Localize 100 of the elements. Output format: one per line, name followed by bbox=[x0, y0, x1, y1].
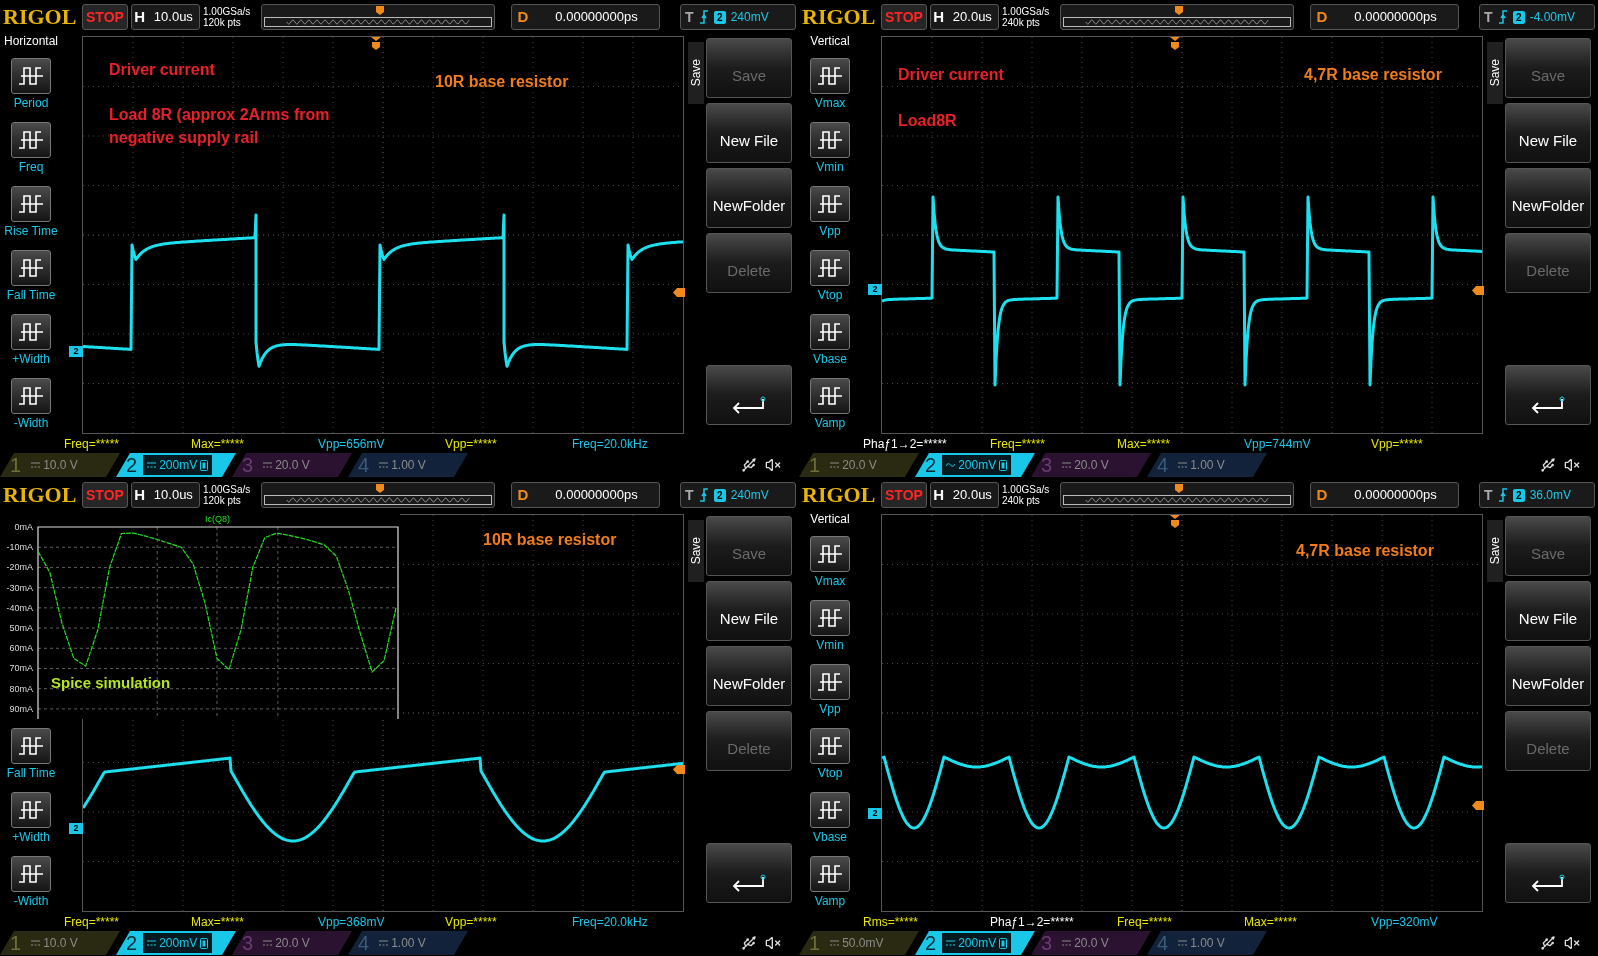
trigger-display[interactable]: T 2 36.0mV bbox=[1479, 482, 1595, 508]
run-status[interactable]: STOP bbox=[881, 482, 927, 508]
channel-tab[interactable]: 1 20.0 V bbox=[799, 453, 919, 477]
channel-tab[interactable]: 3 20.0 V bbox=[232, 453, 352, 477]
timebase-display[interactable]: H 10.0us bbox=[130, 482, 200, 508]
measure-item[interactable]: -Width bbox=[0, 372, 62, 436]
channel-tab[interactable]: 4 1.00 V bbox=[1147, 931, 1267, 955]
channel-scale: 20.0 V bbox=[1074, 935, 1109, 952]
measure-item[interactable]: +Width bbox=[0, 308, 62, 372]
channel-number: 1 bbox=[809, 455, 821, 475]
softkey-button[interactable]: NewFolder bbox=[1505, 646, 1591, 706]
return-button[interactable] bbox=[706, 365, 792, 425]
timebase-display[interactable]: H 10.0us bbox=[130, 4, 200, 30]
measure-item-label: Vbase bbox=[813, 353, 847, 366]
channel-tab[interactable]: 3 20.0 V bbox=[232, 931, 352, 955]
measure-item[interactable]: Rise Time bbox=[0, 180, 62, 244]
channel-tab[interactable]: 4 1.00 V bbox=[348, 931, 468, 955]
channel-tab[interactable]: 2 200mV bbox=[915, 453, 1035, 477]
delay-display[interactable]: D 0.00000000ps bbox=[510, 4, 661, 30]
channel-tab[interactable]: 4 1.00 V bbox=[1147, 453, 1267, 477]
measure-item-label: Vamp bbox=[814, 895, 846, 908]
measure-item[interactable]: Vamp bbox=[799, 372, 861, 436]
trigger-level-icon bbox=[1472, 286, 1484, 295]
channel-tab[interactable]: 3 20.0 V bbox=[1031, 453, 1151, 477]
softkey-button[interactable]: New File bbox=[706, 103, 792, 163]
channel-tab[interactable]: 2 200mV bbox=[915, 931, 1035, 955]
measure-item[interactable]: Vmin bbox=[799, 116, 861, 180]
softkey-button[interactable]: NewFolder bbox=[1505, 168, 1591, 228]
channel-tab[interactable]: 1 50.0mV bbox=[799, 931, 919, 955]
pulse-icon bbox=[816, 64, 844, 88]
delay-value: 0.00000000ps bbox=[1353, 486, 1438, 505]
delay-display[interactable]: D 0.00000000ps bbox=[510, 482, 661, 508]
measurement-value: Freq=***** bbox=[64, 915, 120, 929]
measure-item[interactable]: +Width bbox=[0, 786, 62, 850]
run-status[interactable]: STOP bbox=[82, 482, 128, 508]
delay-label: D bbox=[1315, 6, 1329, 27]
channel-tab[interactable]: 3 20.0 V bbox=[1031, 931, 1151, 955]
measure-item[interactable]: Vpp bbox=[799, 180, 861, 244]
delay-value: 0.00000000ps bbox=[1353, 8, 1438, 27]
run-status[interactable]: STOP bbox=[82, 4, 128, 30]
trigger-display[interactable]: T 2 240mV bbox=[680, 4, 796, 30]
timebase-display[interactable]: H 20.0us bbox=[929, 4, 999, 30]
measure-item[interactable]: -Width bbox=[0, 850, 62, 914]
measure-item-label: Vmin bbox=[816, 639, 844, 652]
trigger-level: 240mV bbox=[730, 9, 769, 26]
run-status[interactable]: STOP bbox=[881, 4, 927, 30]
channel-scale: 200mV bbox=[159, 935, 198, 952]
channel-tab[interactable]: 4 1.00 V bbox=[348, 453, 468, 477]
trigger-position-icon bbox=[371, 37, 381, 50]
measure-item-label: -Width bbox=[13, 417, 49, 430]
channel-tab[interactable]: 2 200mV bbox=[116, 931, 236, 955]
softkey-button[interactable]: New File bbox=[1505, 581, 1591, 641]
axis-label: 60mA bbox=[9, 643, 33, 654]
axis-label: 0mA bbox=[14, 522, 33, 532]
measure-item[interactable]: Fall Time bbox=[0, 722, 62, 786]
delay-display[interactable]: D 0.00000000ps bbox=[1309, 4, 1460, 30]
annotation-text: Load8R bbox=[898, 111, 957, 131]
delay-display[interactable]: D 0.00000000ps bbox=[1309, 482, 1460, 508]
timebase-label: H bbox=[932, 484, 946, 505]
measure-item[interactable]: Vbase bbox=[799, 308, 861, 372]
return-button[interactable] bbox=[706, 843, 792, 903]
measure-item-label: Vmax bbox=[814, 97, 846, 110]
channel-scale: 10.0 V bbox=[43, 457, 78, 474]
measure-item[interactable]: Vpp bbox=[799, 658, 861, 722]
softkey-button[interactable]: New File bbox=[706, 581, 792, 641]
timebase-display[interactable]: H 20.0us bbox=[929, 482, 999, 508]
measure-item[interactable]: Fall Time bbox=[0, 244, 62, 308]
measure-item[interactable]: Period bbox=[0, 52, 62, 116]
measure-item[interactable]: Vmax bbox=[799, 52, 861, 116]
channel-tab[interactable]: 1 10.0 V bbox=[0, 931, 120, 955]
measurement-value: Freq=***** bbox=[1117, 915, 1173, 929]
pulse-icon bbox=[816, 798, 844, 822]
softkey-button[interactable]: NewFolder bbox=[706, 646, 792, 706]
measure-item[interactable]: Vbase bbox=[799, 786, 861, 850]
channel-number: 4 bbox=[358, 933, 370, 953]
sample-rate: 1.00GSa/s bbox=[203, 6, 252, 17]
channel-number: 2 bbox=[126, 455, 138, 475]
sample-rate: 1.00GSa/s bbox=[1002, 6, 1051, 17]
trigger-source: 2 bbox=[713, 488, 726, 502]
softkey-button[interactable]: New File bbox=[1505, 103, 1591, 163]
measure-item[interactable]: Vtop bbox=[799, 244, 861, 308]
measure-item[interactable]: Vamp bbox=[799, 850, 861, 914]
rising-edge-icon bbox=[698, 488, 709, 502]
trigger-display[interactable]: T 2 -4.00mV bbox=[1479, 4, 1595, 30]
measurement-value: Freq=***** bbox=[64, 437, 120, 451]
channel-marker: 2 bbox=[868, 284, 882, 295]
channel-tab[interactable]: 2 200mV bbox=[116, 453, 236, 477]
measure-item-label: +Width bbox=[12, 353, 50, 366]
channel-tab[interactable]: 1 10.0 V bbox=[0, 453, 120, 477]
channel-scale: 20.0 V bbox=[1074, 457, 1109, 474]
trigger-display[interactable]: T 2 240mV bbox=[680, 482, 796, 508]
channel-number: 2 bbox=[925, 455, 937, 475]
measure-item[interactable]: Vmin bbox=[799, 594, 861, 658]
measure-item[interactable]: Vtop bbox=[799, 722, 861, 786]
return-button[interactable] bbox=[1505, 365, 1591, 425]
measure-item[interactable]: Freq bbox=[0, 116, 62, 180]
pulse-icon bbox=[816, 320, 844, 344]
return-button[interactable] bbox=[1505, 843, 1591, 903]
softkey-button[interactable]: NewFolder bbox=[706, 168, 792, 228]
measure-item[interactable]: Vmax bbox=[799, 530, 861, 594]
